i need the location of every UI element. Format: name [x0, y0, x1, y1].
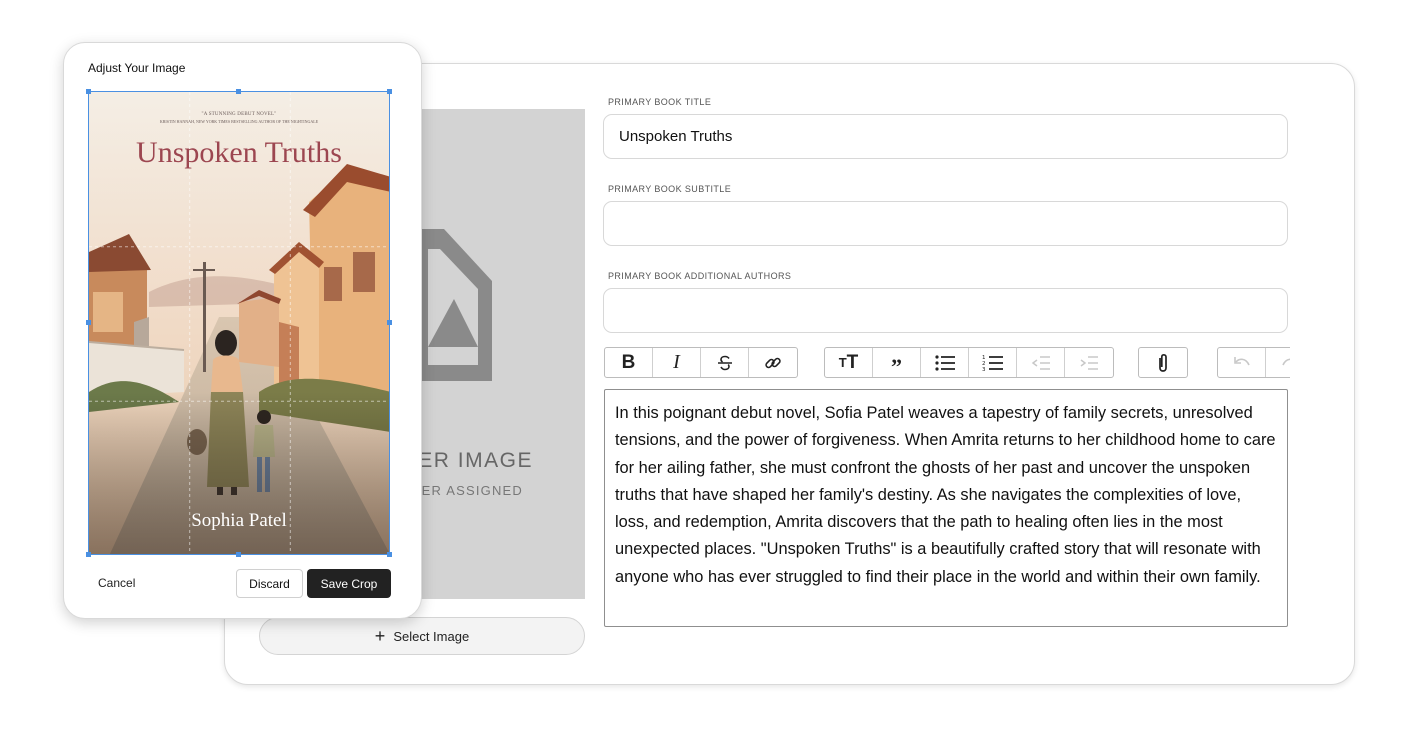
outdent-icon[interactable]	[1017, 348, 1065, 377]
editor-toolbar: B I TT ” 123	[600, 340, 1290, 385]
heading-icon[interactable]: TT	[825, 348, 873, 377]
cover-book-title: Unspoken Truths	[136, 136, 342, 169]
select-image-button[interactable]: + Select Image	[259, 617, 585, 655]
toolbar-group-text-format: B I	[604, 347, 798, 378]
crop-handle-top-right[interactable]	[387, 89, 392, 94]
discard-button[interactable]: Discard	[236, 569, 303, 598]
image-file-icon	[414, 229, 492, 381]
svg-text:3: 3	[982, 367, 986, 372]
crop-handle-left[interactable]	[86, 320, 91, 325]
undo-icon[interactable]	[1218, 348, 1266, 377]
strikethrough-icon[interactable]	[701, 348, 749, 377]
title-field-label: PRIMARY BOOK TITLE	[608, 97, 712, 107]
additional-authors-field-label: PRIMARY BOOK ADDITIONAL AUTHORS	[608, 271, 792, 281]
crop-area[interactable]: "A STUNNING DEBUT NOVEL" KRISTIN HANNAH,…	[88, 91, 390, 555]
toolbar-group-history	[1217, 347, 1290, 378]
bold-icon[interactable]: B	[605, 348, 653, 377]
toolbar-group-block-format: TT ” 123	[824, 347, 1114, 378]
attachment-icon[interactable]	[1139, 348, 1187, 377]
bullet-list-icon[interactable]	[921, 348, 969, 377]
crop-handle-right[interactable]	[387, 320, 392, 325]
title-input[interactable]: Unspoken Truths	[603, 114, 1288, 159]
plus-icon: +	[374, 626, 386, 646]
cover-placeholder-title: VER IMAGE	[402, 449, 533, 472]
quote-icon[interactable]: ”	[873, 348, 921, 377]
modal-title: Adjust Your Image	[88, 61, 186, 75]
toolbar-group-attach	[1138, 347, 1188, 378]
cancel-button[interactable]: Cancel	[98, 576, 135, 590]
subtitle-field-label: PRIMARY BOOK SUBTITLE	[608, 184, 732, 194]
adjust-image-modal: Adjust Your Image "A STUNNING DEBUT NOVE…	[63, 42, 422, 619]
crop-handle-bottom-left[interactable]	[86, 552, 91, 557]
crop-handle-bottom[interactable]	[236, 552, 241, 557]
cover-blurb: "A STUNNING DEBUT NOVEL"	[201, 112, 277, 117]
additional-authors-input[interactable]	[603, 288, 1288, 333]
link-icon[interactable]	[749, 348, 797, 377]
crop-handle-top-left[interactable]	[86, 89, 91, 94]
indent-icon[interactable]	[1065, 348, 1113, 377]
cover-author: Sophia Patel	[191, 510, 287, 531]
cover-endorsement: KRISTIN HANNAH, NEW YORK TIMES BESTSELLI…	[159, 119, 319, 124]
italic-icon[interactable]: I	[653, 348, 701, 377]
numbered-list-icon[interactable]: 123	[969, 348, 1017, 377]
select-image-label: Select Image	[393, 628, 470, 644]
subtitle-input[interactable]	[603, 201, 1288, 246]
save-crop-button[interactable]: Save Crop	[307, 569, 391, 598]
cover-placeholder-subtitle: VER ASSIGNED	[411, 483, 523, 498]
crop-handle-top[interactable]	[236, 89, 241, 94]
redo-icon[interactable]	[1266, 348, 1290, 377]
crop-handle-bottom-right[interactable]	[387, 552, 392, 557]
description-editor[interactable]: In this poignant debut novel, Sofia Pate…	[604, 389, 1288, 627]
